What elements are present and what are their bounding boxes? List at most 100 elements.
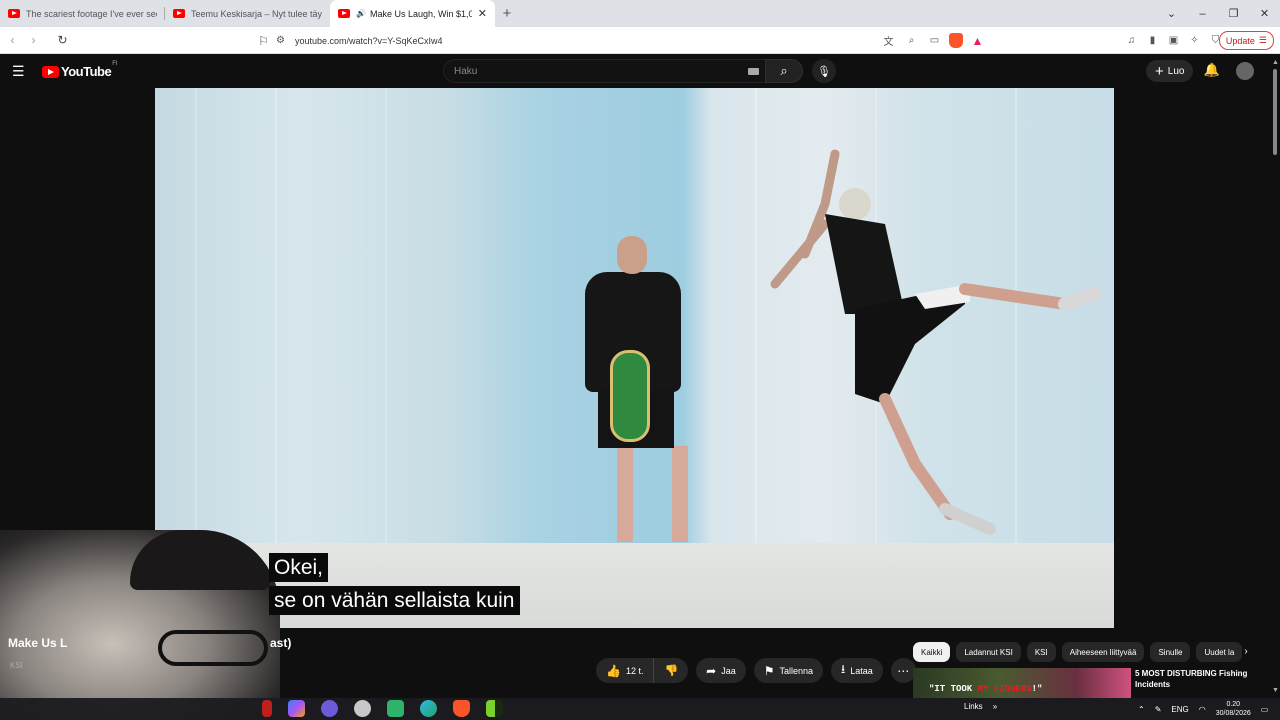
address-toolbar: ‹ › ↻ ⚐ ⚙ youtube.com/watch?v=Y-SqKeCxIw… bbox=[0, 27, 1280, 54]
system-tray: ⌃ ✎ ENG ◠ 0.20 30/08/2026 ▭ bbox=[1138, 700, 1268, 718]
chip-all[interactable]: Kaikki bbox=[913, 642, 951, 662]
translate-icon[interactable]: 文 bbox=[880, 30, 897, 51]
browser-tab-1[interactable]: The scariest footage I've ever seen... bbox=[0, 0, 165, 27]
thumbs-up-icon: 👍 bbox=[606, 663, 621, 678]
dislike-button[interactable]: 👎 bbox=[654, 658, 688, 683]
brave-shields-icon[interactable] bbox=[949, 33, 963, 48]
back-icon[interactable]: ‹ bbox=[2, 30, 23, 51]
screen: The scariest footage I've ever seen... T… bbox=[0, 0, 1280, 720]
youtube-favicon-icon bbox=[338, 9, 350, 18]
video-actions: 👍 12 t. 👎 ➦ Jaa ⚑ Tallenna ⭳ Lataa ⋯ bbox=[596, 658, 916, 683]
chip-new[interactable]: Uudet la bbox=[1196, 642, 1243, 662]
video-title: Make Us L bbox=[8, 636, 68, 650]
minimize-icon[interactable]: – bbox=[1187, 0, 1218, 27]
microphone-icon: 🎙 bbox=[817, 65, 831, 78]
like-button[interactable]: 👍 12 t. bbox=[596, 658, 655, 683]
youtube-logo[interactable]: YouTube FI bbox=[42, 61, 118, 79]
hamburger-menu-icon[interactable]: ☰ bbox=[12, 63, 28, 79]
download-button[interactable]: ⭳ Lataa bbox=[831, 658, 883, 683]
related-filter-chips: Kaikki Ladannut KSI KSI Aiheeseen liitty… bbox=[913, 642, 1253, 662]
app-edge-icon[interactable] bbox=[420, 700, 437, 717]
app-green-icon[interactable] bbox=[387, 700, 404, 717]
scroll-down-icon[interactable]: ▼ bbox=[1272, 687, 1279, 694]
youtube-favicon-icon bbox=[173, 9, 185, 18]
chip-for-you[interactable]: Sinulle bbox=[1150, 642, 1191, 662]
brave-rewards-icon[interactable]: ▲ bbox=[969, 30, 986, 51]
app-play-icon[interactable] bbox=[486, 700, 503, 717]
chip-ksi[interactable]: KSI bbox=[1026, 642, 1056, 662]
search-button[interactable]: ⌕ bbox=[765, 59, 803, 83]
close-tab-icon[interactable]: ✕ bbox=[478, 7, 487, 20]
video-title-end: ast) bbox=[270, 636, 292, 650]
media-icon[interactable]: ♫ bbox=[1123, 30, 1140, 51]
pen-icon[interactable]: ✎ bbox=[1155, 705, 1162, 714]
speaker-icon[interactable]: 🔊 bbox=[356, 9, 366, 18]
close-window-icon[interactable]: ✕ bbox=[1249, 0, 1280, 27]
page-scrollbar[interactable]: ▲ ▼ bbox=[1270, 55, 1280, 720]
scroll-up-icon[interactable]: ▲ bbox=[1272, 59, 1279, 66]
like-dislike-group: 👍 12 t. 👎 bbox=[596, 658, 689, 683]
app-copilot-icon[interactable] bbox=[288, 700, 305, 717]
browser-tab-2[interactable]: Teemu Keskisarja – Nyt tulee täysiskä... bbox=[165, 0, 330, 27]
wallet-icon[interactable]: ▣ bbox=[1165, 30, 1182, 51]
youtube-header: ☰ YouTube FI Haku ⌕ 🎙 + Luo 🔔 bbox=[0, 55, 1270, 87]
maximize-icon[interactable]: ❐ bbox=[1218, 0, 1249, 27]
app-steam-icon[interactable] bbox=[354, 700, 371, 717]
tab-label: The scariest footage I've ever seen... bbox=[26, 8, 157, 19]
video-player[interactable] bbox=[155, 88, 1114, 628]
youtube-play-icon bbox=[42, 65, 59, 78]
app-red-icon[interactable] bbox=[262, 700, 272, 717]
clock[interactable]: 0.20 30/08/2026 bbox=[1216, 700, 1251, 718]
notification-icon[interactable]: ▭ bbox=[1261, 705, 1269, 714]
browser-tab-strip: The scariest footage I've ever seen... T… bbox=[0, 0, 1280, 27]
taskbar-links[interactable]: Links » bbox=[964, 702, 997, 711]
chevron-icon: » bbox=[992, 702, 998, 711]
notifications-bell-icon[interactable]: 🔔 bbox=[1203, 62, 1221, 80]
webcam-overlay bbox=[0, 530, 280, 720]
sidebar-icon[interactable]: ▮ bbox=[1144, 30, 1161, 51]
keyboard-icon[interactable] bbox=[748, 68, 759, 75]
share-button[interactable]: ➦ Jaa bbox=[696, 658, 746, 683]
ai-icon[interactable]: ✧ bbox=[1186, 30, 1203, 51]
address-actions: 文 ⌕ ▭ ▲ bbox=[880, 30, 986, 51]
browser-tab-active[interactable]: 🔊 Make Us Laugh, Win $1,000 (F... ✕ bbox=[330, 0, 495, 27]
create-button[interactable]: + Luo bbox=[1146, 60, 1194, 82]
person-kicking bbox=[770, 149, 1102, 535]
recommendation-title[interactable]: 5 MOST DISTURBING Fishing Incidents bbox=[1135, 668, 1265, 690]
window-controls: ⌄ – ❐ ✕ bbox=[1156, 0, 1280, 27]
chip-related[interactable]: Aiheeseen liittyvää bbox=[1061, 642, 1145, 662]
recommendation-thumbnail[interactable]: "IT TOOK MY FINGERS!" bbox=[913, 668, 1131, 698]
reload-icon[interactable]: ↻ bbox=[52, 30, 73, 51]
app-discord-icon[interactable] bbox=[321, 700, 338, 717]
forward-icon[interactable]: › bbox=[23, 30, 44, 51]
search-input[interactable]: Haku bbox=[443, 59, 765, 83]
download-icon: ⭳ bbox=[841, 662, 846, 676]
taskbar-apps bbox=[262, 700, 503, 717]
channel-name[interactable]: KSI bbox=[10, 661, 23, 670]
zoom-icon[interactable]: ⌕ bbox=[903, 30, 920, 51]
site-info-icon[interactable]: ⚙ bbox=[276, 35, 285, 46]
update-button[interactable]: Update ☰ bbox=[1218, 31, 1274, 50]
bookmark-icon[interactable]: ⚐ bbox=[253, 30, 274, 51]
extensions-area: ♫ ▮ ▣ ✧ ⛉ bbox=[1123, 30, 1224, 51]
voice-search-button[interactable]: 🎙 bbox=[812, 59, 836, 83]
thumbs-down-icon: 👎 bbox=[664, 665, 679, 677]
app-brave-icon[interactable] bbox=[453, 700, 470, 717]
tray-expand-icon[interactable]: ⌃ bbox=[1138, 705, 1145, 714]
wifi-icon[interactable]: ◠ bbox=[1199, 705, 1206, 714]
avatar[interactable] bbox=[1236, 62, 1254, 80]
scrollbar-thumb[interactable] bbox=[1273, 69, 1277, 155]
chip-uploaded-by[interactable]: Ladannut KSI bbox=[956, 642, 1021, 662]
subtitle-line-1: Okei, bbox=[269, 553, 329, 582]
language-indicator[interactable]: ENG bbox=[1171, 705, 1188, 714]
tab-label: Make Us Laugh, Win $1,000 (F... bbox=[369, 8, 472, 19]
share-icon: ➦ bbox=[706, 663, 717, 678]
tab-search-icon[interactable]: ⌄ bbox=[1156, 0, 1187, 27]
tab-label: Teemu Keskisarja – Nyt tulee täysiskä... bbox=[191, 8, 322, 19]
save-button[interactable]: ⚑ Tallenna bbox=[753, 658, 824, 683]
cast-icon[interactable]: ▭ bbox=[926, 30, 943, 51]
more-icon: ⋯ bbox=[897, 663, 910, 678]
chevron-right-icon[interactable]: › bbox=[1238, 644, 1254, 660]
glasses bbox=[158, 630, 268, 666]
new-tab-button[interactable]: + bbox=[495, 0, 519, 27]
